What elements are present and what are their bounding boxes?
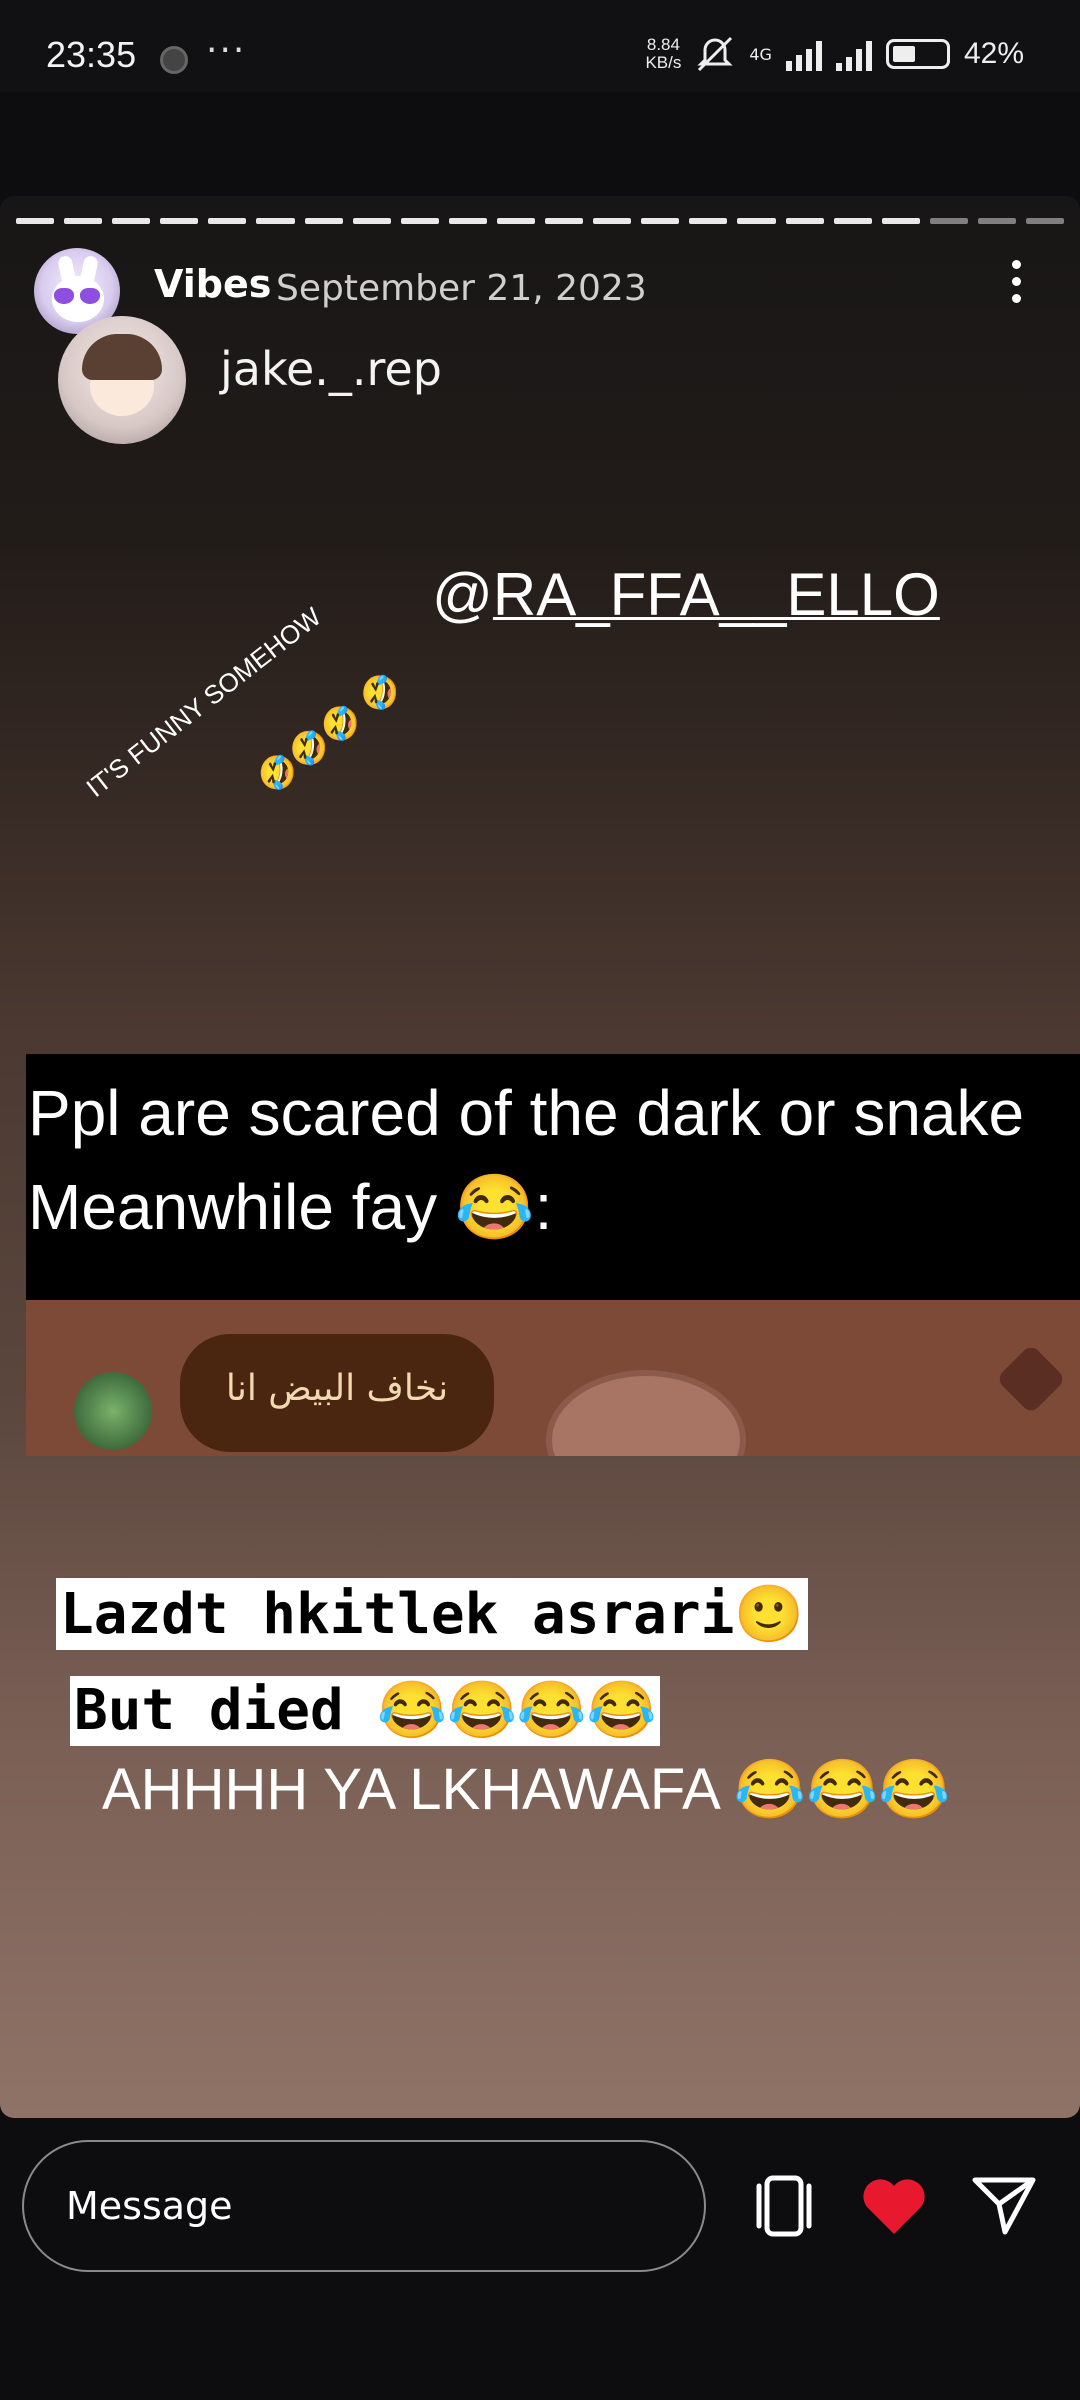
notification-icon xyxy=(160,46,188,74)
story-date: September 21, 2023 xyxy=(276,268,647,309)
chat-heart-decoration xyxy=(995,1343,1067,1415)
highlight-text-2: But died 😂😂😂😂 xyxy=(70,1676,661,1746)
author-name[interactable]: Vibes xyxy=(154,262,271,306)
network-type-label: 4G xyxy=(749,44,772,64)
chat-background-decoration xyxy=(546,1370,746,1456)
reposted-user-avatar[interactable] xyxy=(58,316,186,444)
mute-icon xyxy=(697,36,733,72)
more-notifications-icon: ··· xyxy=(206,30,247,71)
caption-text: AHHHH YA LKHAWAFA 😂😂😂 xyxy=(102,1757,951,1822)
reposted-username[interactable]: jake._.rep xyxy=(220,342,442,396)
screenshot-line-2: Meanwhile fay 😂: xyxy=(28,1171,553,1243)
battery-icon xyxy=(885,39,950,69)
shared-screenshot: Ppl are scared of the dark or snake Mean… xyxy=(26,1054,1080,2118)
battery-percent: 42% xyxy=(963,37,1024,70)
status-bar: 23:35 ··· 8.84 KB/s 4G 42% xyxy=(0,0,1080,92)
network-speed: 8.84 KB/s xyxy=(645,36,681,72)
mention-sticker[interactable]: @RA_FFA__ELLO xyxy=(432,560,940,629)
status-indicators: 8.84 KB/s 4G 42% xyxy=(645,36,1024,72)
chat-snippet: نخاف البيض انا xyxy=(26,1300,1080,1456)
more-options-icon[interactable] xyxy=(1012,260,1024,308)
sticker-emoji: 🤣🤣🤣 🤣 xyxy=(250,665,408,800)
screenshot-line-1: Ppl are scared of the dark or snake xyxy=(28,1077,1025,1149)
network-speed-value: 8.84 xyxy=(646,35,680,54)
network-speed-unit: KB/s xyxy=(645,53,682,72)
story-progress-bar xyxy=(16,218,1065,224)
mention-handle: RA_FFA__ELLO xyxy=(492,561,940,628)
chat-message: نخاف البيض انا xyxy=(225,1368,449,1409)
screenshot-lower-area: Lazdt hkitlek asrari🙂 But died 😂😂😂😂 AHHH… xyxy=(26,1456,1080,2118)
chat-bubble: نخاف البيض انا xyxy=(180,1334,494,1452)
signal-icon xyxy=(785,37,822,71)
status-time: 23:35 xyxy=(46,34,137,75)
heart-icon[interactable] xyxy=(856,2168,932,2244)
highlight-text-1: Lazdt hkitlek asrari🙂 xyxy=(56,1578,809,1650)
chat-avatar xyxy=(74,1372,152,1450)
reshare-icon[interactable] xyxy=(746,2168,822,2244)
story-viewer[interactable]: Vibes September 21, 2023 jake._.rep @RA_… xyxy=(0,196,1080,2118)
message-input[interactable] xyxy=(22,2140,706,2272)
send-icon[interactable] xyxy=(966,2168,1042,2244)
mention-at-sign: @ xyxy=(432,561,493,628)
signal-icon-2 xyxy=(835,37,872,71)
reply-bar xyxy=(0,2118,1080,2400)
screenshot-caption-area: Ppl are scared of the dark or snake Mean… xyxy=(26,1054,1080,1300)
